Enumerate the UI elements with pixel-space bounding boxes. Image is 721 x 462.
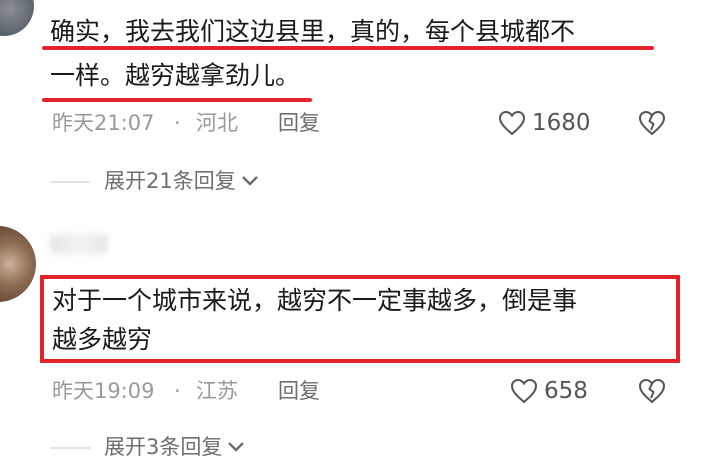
divider	[50, 447, 90, 449]
highlight-underline	[42, 98, 312, 102]
expand-replies-button[interactable]: 展开21条回复	[104, 166, 260, 196]
expand-replies-button[interactable]: 展开3条回复	[104, 432, 246, 462]
meta-separator: ·	[174, 379, 181, 403]
username-blurred	[50, 234, 108, 254]
heart-outline-icon	[498, 110, 526, 136]
comment-time: 昨天21:07	[52, 111, 155, 135]
comment-location: 江苏	[196, 379, 238, 403]
expand-replies-label: 展开3条回复	[104, 435, 223, 459]
comment-text-line: 一样。越穷越拿劲儿。	[50, 61, 301, 90]
like-count: 1680	[532, 110, 591, 136]
divider	[50, 181, 90, 183]
chevron-down-icon	[240, 174, 260, 188]
expand-replies-label: 展开21条回复	[104, 169, 236, 193]
highlight-underline	[42, 46, 654, 50]
avatar[interactable]	[0, 226, 36, 302]
broken-heart-icon	[638, 110, 666, 136]
comment-time: 昨天19:09	[52, 379, 155, 403]
like-button[interactable]: 1680	[498, 108, 591, 138]
broken-heart-icon	[638, 378, 666, 404]
heart-outline-icon	[510, 378, 538, 404]
comment-location: 河北	[196, 111, 238, 135]
dislike-button[interactable]	[638, 378, 666, 404]
comment-text-line: 越多越穷	[52, 325, 153, 354]
reply-button[interactable]: 回复	[278, 376, 320, 406]
meta-separator: ·	[174, 111, 181, 135]
comment-text-line: 对于一个城市来说，越穷不一定事越多，倒是事	[52, 286, 578, 315]
chevron-down-icon	[226, 440, 246, 454]
reply-button[interactable]: 回复	[278, 108, 320, 138]
like-count: 658	[544, 378, 588, 404]
avatar[interactable]	[0, 0, 34, 36]
like-button[interactable]: 658	[510, 376, 588, 406]
dislike-button[interactable]	[638, 110, 666, 136]
